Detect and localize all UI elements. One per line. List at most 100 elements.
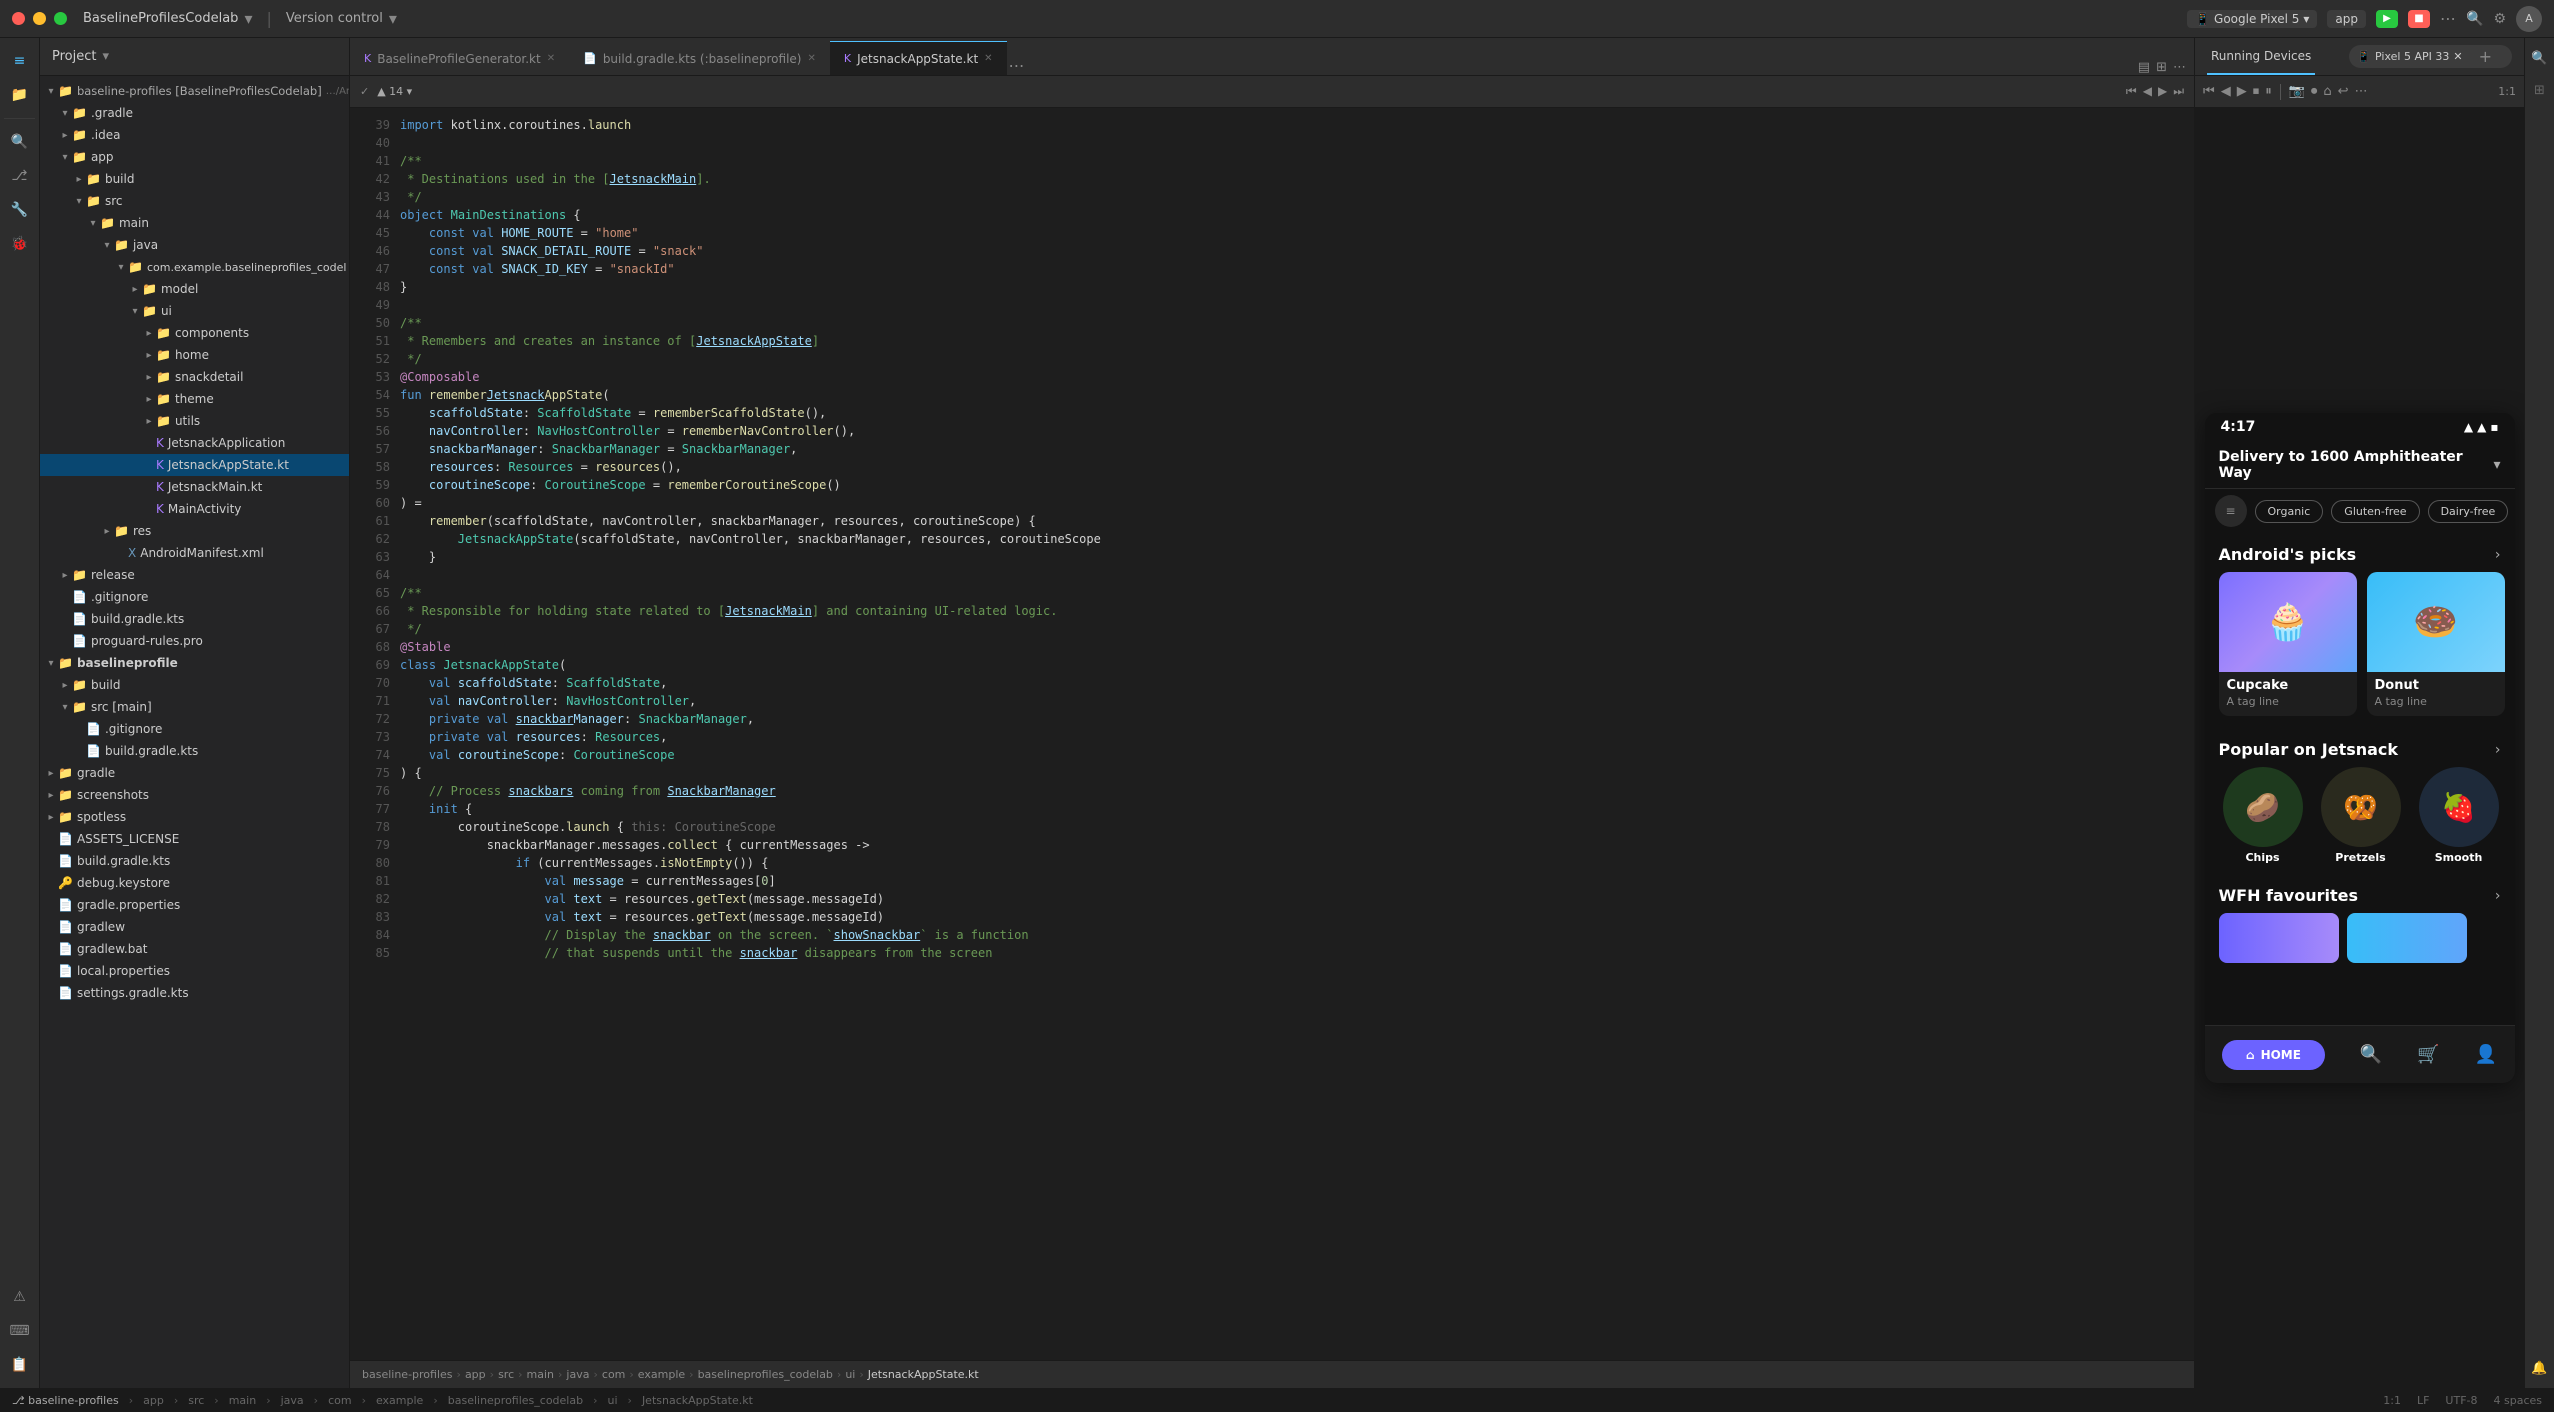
tab-baseline-generator[interactable]: K BaselineProfileGenerator.kt ✕ [350,41,569,75]
tree-item-main-activity[interactable]: K MainActivity [40,498,349,520]
section-arrow-popular[interactable]: › [2495,742,2501,758]
right-icon-notifications[interactable]: 🔔 [2528,1356,2552,1380]
tree-item-components[interactable]: ▸ 📁 components [40,322,349,344]
toolbar-back2[interactable]: ↩ [2338,84,2349,99]
tree-item-release[interactable]: ▸ 📁 release [40,564,349,586]
avatar[interactable]: A [2516,6,2542,32]
maximize-button[interactable] [54,12,67,25]
toolbar-pause[interactable]: ⏸ [2265,84,2272,99]
toolbar-home[interactable]: ⌂ [2323,84,2331,99]
sidebar-icon-debug[interactable]: 🐞 [5,229,35,259]
toolbar-icon-2[interactable]: ◀ [2143,84,2152,99]
tree-item-bp-build[interactable]: ▸ 📁 build [40,674,349,696]
sidebar-icon-problems[interactable]: ⚠ [5,1282,35,1312]
wfh-card-1[interactable] [2219,913,2339,963]
tree-item-com-example[interactable]: ▾ 📁 com.example.baselineprofiles_codel [40,256,349,278]
vc-dropdown-icon[interactable]: ▾ [389,9,397,28]
tree-item-idea[interactable]: ▸ 📁 .idea [40,124,349,146]
tree-item-jetsnack-main[interactable]: K JetsnackMain.kt [40,476,349,498]
card-chips[interactable]: 🥔 Chips [2219,767,2307,864]
tree-item-gradle-root[interactable]: ▸ 📁 gradle [40,762,349,784]
nav-search[interactable]: 🔍 [2360,1044,2382,1065]
card-cupcake[interactable]: 🧁 Cupcake A tag line [2219,572,2357,716]
tree-item-main[interactable]: ▾ 📁 main [40,212,349,234]
editor-split[interactable]: ⊞ [2156,60,2167,75]
card-pretzels[interactable]: 🥨 Pretzels [2317,767,2405,864]
app-selector[interactable]: app [2327,10,2366,28]
tree-item-baselineprofile[interactable]: ▾ 📁 baselineprofile [40,652,349,674]
project-header-chevron[interactable]: ▾ [102,49,109,64]
pixel-badge[interactable]: 📱 Pixel 5 API 33 ✕ + [2349,45,2512,68]
tree-item-build-gradle[interactable]: 📄 build.gradle.kts [40,608,349,630]
section-arrow-wfh[interactable]: › [2495,888,2501,904]
search-icon[interactable]: 🔍 [2466,11,2483,27]
chip-glutenfree[interactable]: Gluten-free [2331,500,2419,523]
tab-close[interactable]: ✕ [807,53,815,64]
tree-item-baseline-profiles[interactable]: ▾ 📁 baseline-profiles [BaselineProfilesC… [40,80,349,102]
settings-icon[interactable]: ⚙ [2493,11,2506,27]
tree-item-assets-license[interactable]: 📄 ASSETS_LICENSE [40,828,349,850]
sidebar-icon-logcat[interactable]: 📋 [5,1350,35,1380]
wfh-card-2[interactable] [2347,913,2467,963]
project-dropdown-icon[interactable]: ▾ [244,9,252,28]
tree-item-src[interactable]: ▾ 📁 src [40,190,349,212]
editor-more[interactable]: ⋯ [2173,60,2186,75]
sidebar-icon-vcs[interactable]: ⎇ [5,161,35,191]
tab-build-gradle[interactable]: 📄 build.gradle.kts (:baselineprofile) ✕ [569,41,830,75]
tree-item-androidmanifest[interactable]: X AndroidManifest.xml [40,542,349,564]
tree-item-utils[interactable]: ▸ 📁 utils [40,410,349,432]
more-icon[interactable]: ⋯ [2440,9,2456,28]
tree-item-app[interactable]: ▾ 📁 app [40,146,349,168]
tree-item-proguard[interactable]: 📄 proguard-rules.pro [40,630,349,652]
vc-label[interactable]: Version control [286,11,383,26]
chip-dairyfree[interactable]: Dairy-free [2428,500,2509,523]
tree-item-local-props[interactable]: 📄 local.properties [40,960,349,982]
toolbar-record[interactable]: ⏺ [2311,84,2318,99]
toolbar-icon-1[interactable]: ⏮ [2126,84,2137,99]
toolbar-forward[interactable]: ▶ [2237,84,2247,99]
tab-running-devices[interactable]: Running Devices [2207,38,2315,75]
sidebar-icon-project[interactable]: ≡ [5,46,35,76]
tree-item-model[interactable]: ▸ 📁 model [40,278,349,300]
run-button[interactable] [2376,10,2398,28]
close-button[interactable] [12,12,25,25]
tree-item-build[interactable]: ▸ 📁 build [40,168,349,190]
tree-item-ui[interactable]: ▾ 📁 ui [40,300,349,322]
minimize-button[interactable] [33,12,46,25]
section-arrow[interactable]: › [2495,547,2501,563]
right-icon-inspect[interactable]: 🔍 [2528,46,2552,70]
tree-item-settings-gradle[interactable]: 📄 settings.gradle.kts [40,982,349,1004]
toolbar-rotate[interactable]: ⏮ [2203,84,2215,99]
tab-jetsnack-appstate[interactable]: K JetsnackAppState.kt ✕ [830,41,1007,75]
tree-item-res[interactable]: ▸ 📁 res [40,520,349,542]
chip-organic[interactable]: Organic [2255,500,2324,523]
toolbar-icon-4[interactable]: ⏭ [2173,84,2184,99]
tab-close[interactable]: ✕ [547,53,555,64]
tree-item-bp-gitignore[interactable]: 📄 .gitignore [40,718,349,740]
tree-item-gradlew[interactable]: 📄 gradlew [40,916,349,938]
toolbar-back[interactable]: ◀ [2221,84,2231,99]
code-editor[interactable]: import kotlinx.coroutines.launch /** * D… [400,108,2194,1360]
toolbar-screenshot[interactable]: 📷 [2289,84,2305,99]
toolbar-stop[interactable]: ⏹ [2253,84,2260,99]
tree-item-gradlew-bat[interactable]: 📄 gradlew.bat [40,938,349,960]
tree-item-spotless[interactable]: ▸ 📁 spotless [40,806,349,828]
pixel-close[interactable]: ✕ [2453,50,2462,63]
nav-cart[interactable]: 🛒 [2417,1044,2439,1065]
tree-item-gradle-props[interactable]: 📄 gradle.properties [40,894,349,916]
tree-item-src-main[interactable]: ▾ 📁 src [main] [40,696,349,718]
filter-icon[interactable]: ≡ [2215,495,2247,527]
editor-view-toggle[interactable]: ▤ [2138,60,2150,75]
sidebar-icon-terminal[interactable]: ⌨ [5,1316,35,1346]
tree-item-gitignore[interactable]: 📄 .gitignore [40,586,349,608]
tree-item-theme[interactable]: ▸ 📁 theme [40,388,349,410]
tabs-overflow[interactable]: ⋯ [1007,56,1027,75]
tree-item-root-build-gradle[interactable]: 📄 build.gradle.kts [40,850,349,872]
sidebar-icon-search[interactable]: 🔍 [5,127,35,157]
stop-button[interactable] [2408,10,2430,28]
tree-item-debug-keystore[interactable]: 🔑 debug.keystore [40,872,349,894]
right-icon-layout[interactable]: ⊞ [2528,78,2552,102]
tree-item-gradle[interactable]: ▾ 📁 .gradle [40,102,349,124]
sidebar-icon-build[interactable]: 🔧 [5,195,35,225]
device-selector[interactable]: 📱 Google Pixel 5 ▾ [2187,10,2317,28]
